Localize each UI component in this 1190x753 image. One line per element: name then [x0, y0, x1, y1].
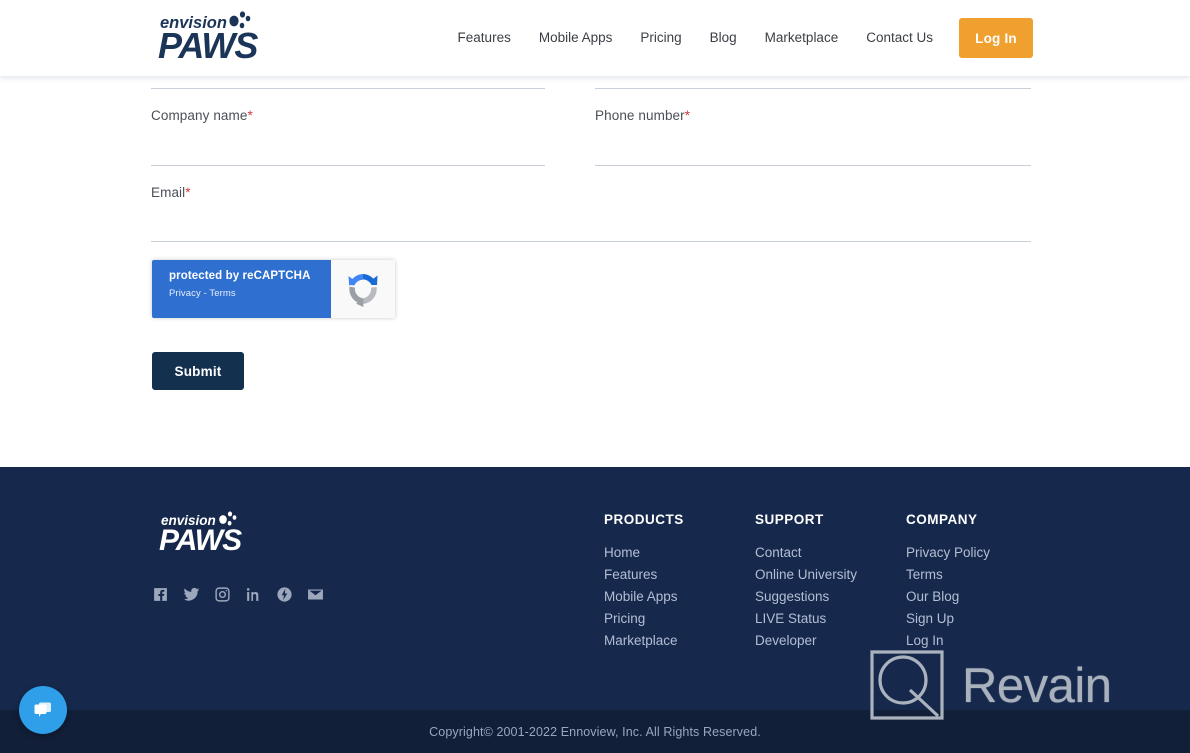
- copyright-bar: Copyright© 2001-2022 Ennoview, Inc. All …: [0, 710, 1190, 753]
- footer-link-pricing[interactable]: Pricing: [604, 608, 684, 630]
- login-button[interactable]: Log In: [959, 18, 1033, 58]
- phone-number-underline: [595, 165, 1031, 166]
- main-navigation: Features Mobile Apps Pricing Blog Market…: [444, 0, 1190, 76]
- copyright-text: Copyright© 2001-2022 Ennoview, Inc. All …: [429, 724, 761, 739]
- recaptcha-text-panel: protected by reCAPTCHA Privacy - Terms: [152, 260, 331, 318]
- nav-item-mobile-apps[interactable]: Mobile Apps: [525, 0, 627, 76]
- company-name-label-text: Company name: [151, 108, 248, 123]
- site-logo[interactable]: envision PAWS: [152, 8, 270, 66]
- footer-column-title: PRODUCTS: [604, 512, 684, 527]
- required-asterisk: *: [684, 108, 691, 123]
- footer-logo[interactable]: envision PAWS: [155, 509, 253, 557]
- company-name-label: Company name*: [151, 108, 253, 123]
- recaptcha-logo-panel: [331, 260, 395, 318]
- nav-item-marketplace[interactable]: Marketplace: [751, 0, 853, 76]
- email-label-text: Email: [151, 185, 186, 200]
- footer-link-home[interactable]: Home: [604, 542, 684, 564]
- footer-link-our-blog[interactable]: Our Blog: [906, 586, 990, 608]
- phone-number-label: Phone number*: [595, 108, 690, 123]
- twitter-icon[interactable]: [183, 586, 200, 603]
- facebook-icon[interactable]: [152, 586, 169, 603]
- footer-link-marketplace[interactable]: Marketplace: [604, 630, 684, 652]
- field-underline-previous-left: [151, 88, 545, 89]
- contact-form: Company name* Phone number* Email* prote…: [0, 76, 1190, 467]
- svg-text:PAWS: PAWS: [158, 25, 258, 66]
- recaptcha-title: protected by reCAPTCHA: [169, 270, 311, 282]
- footer-column-products: PRODUCTS Home Features Mobile Apps Prici…: [604, 512, 684, 652]
- required-asterisk: *: [185, 185, 191, 200]
- footer-link-features[interactable]: Features: [604, 564, 684, 586]
- nav-item-blog[interactable]: Blog: [696, 0, 751, 76]
- submit-button[interactable]: Submit: [152, 352, 244, 390]
- footer-column-support: SUPPORT Contact Online University Sugges…: [755, 512, 857, 652]
- site-header: envision PAWS Features Mobile Apps Prici…: [0, 0, 1190, 76]
- field-underline-previous-right: [595, 88, 1031, 89]
- footer-link-mobile-apps[interactable]: Mobile Apps: [604, 586, 684, 608]
- recaptcha-logo-icon: [348, 274, 378, 307]
- nav-item-pricing[interactable]: Pricing: [626, 0, 695, 76]
- footer-link-terms[interactable]: Terms: [906, 564, 990, 586]
- nav-item-features[interactable]: Features: [444, 0, 525, 76]
- page-root: envision PAWS Features Mobile Apps Prici…: [0, 0, 1190, 753]
- chat-bubbles-icon: [34, 702, 51, 718]
- footer-link-log-in[interactable]: Log In: [906, 630, 990, 652]
- footer-link-contact[interactable]: Contact: [755, 542, 857, 564]
- footer-link-privacy-policy[interactable]: Privacy Policy: [906, 542, 990, 564]
- email-underline: [151, 241, 1031, 242]
- footer-column-title: SUPPORT: [755, 512, 824, 527]
- footer-column-company: COMPANY Privacy Policy Terms Our Blog Si…: [906, 512, 990, 652]
- footer-link-suggestions[interactable]: Suggestions: [755, 586, 857, 608]
- envision-paws-logo-white-icon: envision PAWS: [159, 511, 243, 557]
- chat-widget-button[interactable]: [19, 686, 67, 734]
- email-icon[interactable]: [307, 586, 324, 603]
- footer-link-sign-up[interactable]: Sign Up: [906, 608, 990, 630]
- site-footer: envision PAWS PRODUCTS Home Features Mob…: [0, 467, 1190, 710]
- instagram-icon[interactable]: [214, 586, 231, 603]
- footer-link-live-status[interactable]: LIVE Status: [755, 608, 857, 630]
- nav-item-contact-us[interactable]: Contact Us: [852, 0, 947, 76]
- footer-link-developer[interactable]: Developer: [755, 630, 857, 652]
- email-label: Email*: [151, 185, 191, 200]
- recaptcha-privacy-terms[interactable]: Privacy - Terms: [169, 288, 331, 299]
- recaptcha-badge[interactable]: protected by reCAPTCHA Privacy - Terms: [152, 260, 395, 318]
- footer-column-title: COMPANY: [906, 512, 978, 527]
- footer-link-online-university[interactable]: Online University: [755, 564, 857, 586]
- pulse-icon[interactable]: [276, 586, 293, 603]
- envision-paws-logo-icon: envision PAWS: [158, 11, 259, 66]
- phone-number-label-text: Phone number: [595, 108, 685, 123]
- required-asterisk: *: [247, 108, 253, 123]
- linkedin-icon[interactable]: [245, 586, 262, 603]
- company-name-underline: [151, 165, 545, 166]
- svg-text:PAWS: PAWS: [159, 524, 242, 557]
- social-links: [152, 586, 324, 603]
